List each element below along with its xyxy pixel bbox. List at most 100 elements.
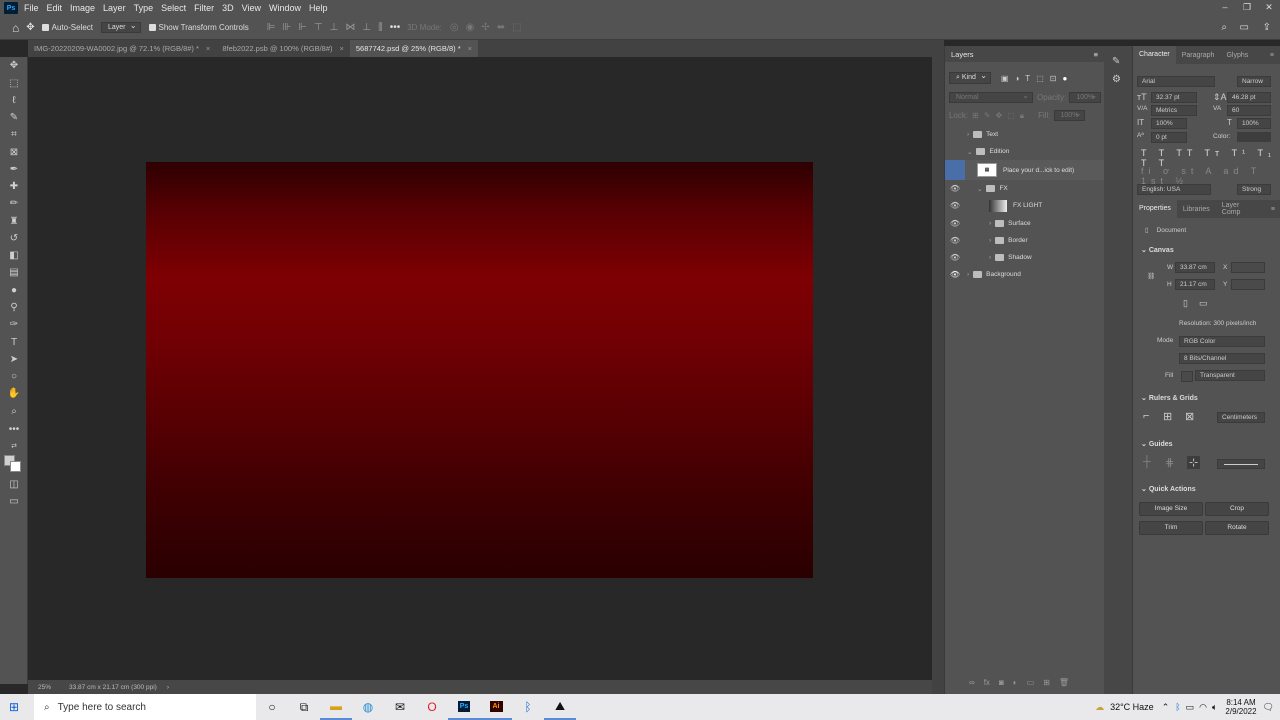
eye-icon[interactable]: 👁︎ (945, 236, 965, 245)
chevron-right-icon[interactable]: › (167, 684, 169, 691)
lasso-tool-icon[interactable]: ℓ (5, 94, 23, 108)
visibility-off[interactable] (945, 160, 965, 180)
panel-menu-icon[interactable]: ≡ (1094, 50, 1098, 59)
swap-colors-icon[interactable]: ⇄ (5, 440, 23, 454)
width-input[interactable]: 33.87 cm (1175, 262, 1215, 273)
chevron-right-icon[interactable]: › (967, 271, 969, 278)
cortana-icon[interactable]: ○ (256, 694, 288, 720)
layer-row[interactable]: ⌄ Edition (945, 143, 1105, 160)
frame-tool-icon[interactable]: ⊠ (5, 146, 23, 160)
eyedropper-tool-icon[interactable]: ✒ (5, 163, 23, 177)
layer-row[interactable]: › Text (945, 126, 1105, 143)
menu-help[interactable]: Help (309, 3, 328, 13)
guide-style-select[interactable] (1217, 459, 1265, 469)
font-size-input[interactable]: 32.37 pt (1151, 92, 1197, 103)
close-icon[interactable]: × (340, 40, 344, 57)
ellipse-tool-icon[interactable]: ○ (5, 370, 23, 384)
share-icon[interactable]: ⇪ (1263, 22, 1271, 33)
screen-mode-icon[interactable]: ▭ (5, 495, 23, 509)
units-select[interactable]: Centimeters (1217, 412, 1265, 423)
marquee-tool-icon[interactable]: ⬚ (5, 77, 23, 91)
lock-position-icon[interactable]: ✥ (996, 111, 1003, 120)
zoom-level[interactable]: 25% (38, 684, 51, 691)
mail-icon[interactable]: ✉ (384, 694, 416, 720)
tab-document-1[interactable]: IMG-20220209-WA0002.jpg @ 72.1% (RGB/8#)… (28, 40, 216, 57)
filter-pixel-icon[interactable]: ▣ (1001, 74, 1009, 83)
lock-image-icon[interactable]: ✎ (984, 111, 991, 120)
scale-3d-icon[interactable]: ⬚ (512, 22, 521, 33)
layer-row[interactable]: 👁︎ › Shadow (945, 249, 1105, 266)
windows-start-icon[interactable]: ⊞ (0, 694, 28, 720)
eye-icon[interactable]: 👁︎ (945, 184, 965, 193)
portrait-icon[interactable]: ▯ (1183, 298, 1188, 309)
align-middle-icon[interactable]: ⋈ (345, 22, 355, 33)
tab-document-3[interactable]: 5687742.psd @ 25% (RGB/8) * × (349, 40, 479, 57)
adjustment-layer-icon[interactable]: ◐ (1013, 678, 1018, 687)
text-style-buttons[interactable]: T T TT Tт T¹ T₁ T T (1141, 148, 1280, 168)
taskbar-search[interactable]: ⌕ Type here to search (34, 694, 256, 720)
new-layer-icon[interactable]: ⊞ (1043, 678, 1050, 687)
y-input[interactable] (1231, 279, 1265, 290)
ruler-icon[interactable]: ⌐ (1143, 410, 1149, 422)
photos-icon[interactable]: ⛰ (544, 694, 576, 720)
type-tool-icon[interactable]: T (5, 336, 23, 350)
background-color-swatch[interactable] (10, 461, 21, 472)
move-tool-icon[interactable]: ✥ (26, 22, 34, 33)
crop-button[interactable]: Crop (1205, 502, 1269, 516)
opacity-input[interactable]: 100% (1069, 91, 1102, 103)
search-icon[interactable]: ⌕ (1221, 22, 1227, 33)
add-mask-icon[interactable]: ◙ (999, 678, 1004, 687)
volume-icon[interactable]: 🔈︎ (1212, 702, 1217, 713)
menu-view[interactable]: View (242, 3, 261, 13)
language-select[interactable]: English: USA (1137, 184, 1211, 195)
chevron-down-icon[interactable]: ⌄ (977, 185, 982, 193)
trim-button[interactable]: Trim (1139, 521, 1203, 535)
tab-paragraph[interactable]: Paragraph (1176, 52, 1221, 59)
layer-row-selected[interactable]: ▦ Place your d...ick to edit) (945, 160, 1105, 180)
close-icon[interactable]: × (468, 40, 472, 57)
minimize-icon[interactable]: – (1214, 0, 1236, 14)
font-family-select[interactable]: Arial (1137, 76, 1215, 87)
grid-icon[interactable]: ⊞ (1163, 410, 1172, 423)
layer-select[interactable]: Layer (101, 21, 141, 33)
edge-icon[interactable]: ◍ (352, 694, 384, 720)
tab-properties[interactable]: Properties (1133, 200, 1177, 218)
chevron-right-icon[interactable]: › (989, 237, 991, 244)
layer-style-icon[interactable]: fx (984, 678, 990, 687)
chevron-right-icon[interactable]: › (967, 131, 969, 138)
distribute-icon[interactable]: ⊥ (330, 22, 339, 33)
link-icon[interactable]: ⛓ (1147, 272, 1155, 280)
rotate-button[interactable]: Rotate (1205, 521, 1269, 535)
align-right-icon[interactable]: ⊩ (298, 22, 307, 33)
illustrator-taskbar-icon[interactable]: Ai (480, 694, 512, 720)
antialias-select[interactable]: Strong (1237, 184, 1271, 195)
lock-pixels-icon[interactable]: ⊞ (972, 111, 979, 120)
bluetooth-icon[interactable]: ᛒ (512, 694, 544, 720)
slide-3d-icon[interactable]: ⬌ (497, 22, 505, 33)
wifi-icon[interactable]: ◠ (1199, 702, 1207, 713)
brush-tool-icon[interactable]: ✏ (5, 197, 23, 211)
path-select-tool-icon[interactable]: ➤ (5, 353, 23, 367)
clone-stamp-tool-icon[interactable]: ♜ (5, 215, 23, 229)
home-icon[interactable]: ⌂ (12, 21, 19, 35)
quick-actions-header[interactable]: ⌄ Quick Actions (1141, 485, 1196, 493)
menu-window[interactable]: Window (269, 3, 301, 13)
filter-toggle-icon[interactable]: ● (1062, 74, 1067, 83)
close-icon[interactable]: × (206, 40, 210, 57)
pan-3d-icon[interactable]: ✢ (481, 22, 489, 33)
layer-row[interactable]: 👁︎ › Surface (945, 215, 1105, 232)
guides-header[interactable]: ⌄ Guides (1141, 440, 1173, 448)
battery-icon[interactable]: ▭ (1186, 702, 1195, 713)
color-mode-select[interactable]: RGB Color (1179, 336, 1265, 347)
photoshop-taskbar-icon[interactable]: Ps (448, 694, 480, 720)
roll-3d-icon[interactable]: ◉ (466, 22, 475, 33)
weather-text[interactable]: 32°C Haze (1110, 702, 1154, 712)
fill-select[interactable]: Transparent (1195, 370, 1265, 381)
tab-layer-comps[interactable]: Layer Comp (1216, 202, 1265, 216)
panel-menu-icon[interactable]: ≡ (1265, 206, 1280, 213)
landscape-icon[interactable]: ▭ (1199, 298, 1208, 309)
align-left-icon[interactable]: ⊫ (267, 22, 276, 33)
vertical-scale-input[interactable]: 100% (1151, 118, 1187, 129)
new-group-icon[interactable]: ▭ (1027, 678, 1035, 687)
file-explorer-icon[interactable]: ▬ (320, 694, 352, 720)
